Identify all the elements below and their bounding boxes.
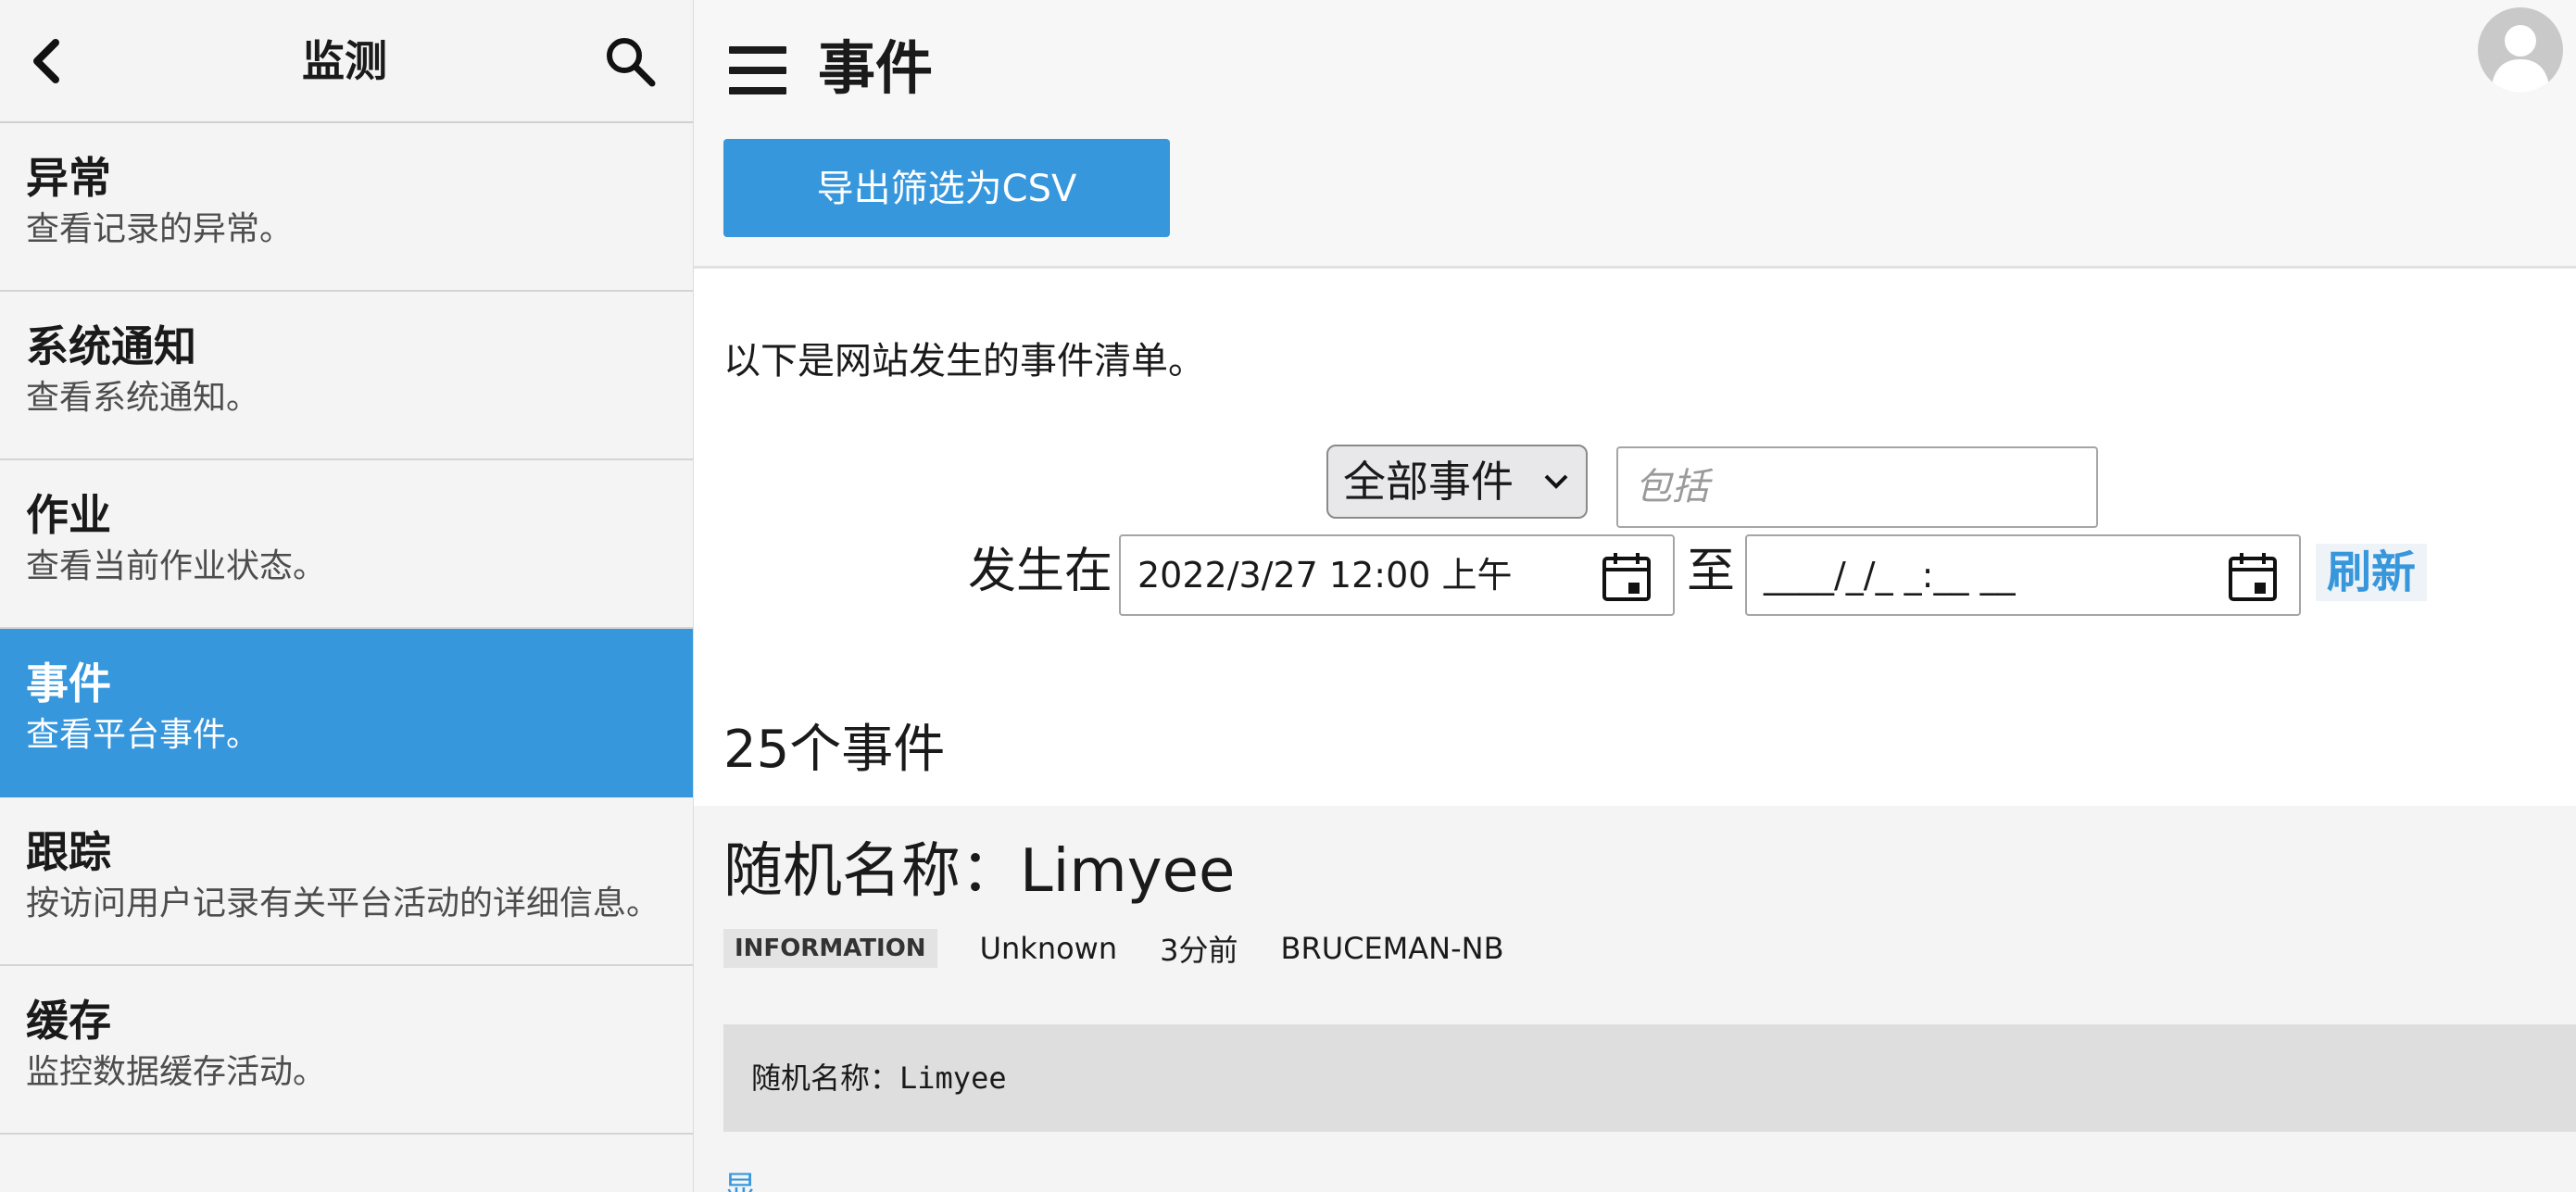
sidebar-item-desc: 查看记录的异常。 xyxy=(26,210,294,248)
sidebar-item-exceptions[interactable]: 异常 查看记录的异常。 xyxy=(0,123,693,292)
chevron-down-icon xyxy=(1544,474,1568,489)
export-csv-button[interactable]: 导出筛选为CSV xyxy=(723,139,1170,237)
sidebar-item-jobs[interactable]: 作业 查看当前作业状态。 xyxy=(0,460,693,629)
page-header: 事件 导出筛选为CSV xyxy=(694,0,2576,269)
to-label: 至 xyxy=(1687,544,1736,599)
sidebar-header: 监测 xyxy=(0,0,693,123)
sidebar-title: 监测 xyxy=(302,36,387,86)
menu-icon[interactable] xyxy=(729,46,786,94)
calendar-icon[interactable] xyxy=(2227,551,2279,603)
sidebar-item-events[interactable]: 事件 查看平台事件。 xyxy=(0,629,693,797)
avatar[interactable] xyxy=(2478,7,2563,93)
date-from-field[interactable]: 2022/3/27 12:00 上午 xyxy=(1119,534,1675,616)
sidebar-item-title: 缓存 xyxy=(26,996,111,1046)
sidebar-item-title: 事件 xyxy=(26,659,111,709)
include-input[interactable] xyxy=(1616,446,2098,528)
event-time: 3分前 xyxy=(1160,933,1238,968)
event-meta: INFORMATION Unknown 3分前 BRUCEMAN-NB xyxy=(723,928,1547,969)
event-level-badge: INFORMATION xyxy=(723,929,937,968)
refresh-button[interactable]: 刷新 xyxy=(2316,544,2427,601)
truncated-link[interactable]: 显示… xyxy=(723,1169,798,1192)
event-card[interactable]: 随机名称：Limyee INFORMATION Unknown 3分前 BRUC… xyxy=(694,806,2576,1192)
date-from-value: 2022/3/27 12:00 上午 xyxy=(1137,555,1513,596)
sidebar-item-desc: 按访问用户记录有关平台活动的详细信息。 xyxy=(26,885,660,922)
sidebar-item-title: 异常 xyxy=(26,153,111,203)
sidebar-item-desc: 查看平台事件。 xyxy=(26,716,260,754)
event-message: 随机名称：Limyee xyxy=(723,1024,2576,1132)
sidebar-item-title: 系统通知 xyxy=(26,321,196,371)
sidebar-item-desc: 查看当前作业状态。 xyxy=(26,547,327,585)
intro-text: 以下是网站发生的事件清单。 xyxy=(723,340,1205,383)
event-title[interactable]: 随机名称：Limyee xyxy=(723,830,1235,913)
sidebar-item-cache[interactable]: 缓存 监控数据缓存活动。 xyxy=(0,966,693,1135)
sidebar-item-system-notifications[interactable]: 系统通知 查看系统通知。 xyxy=(0,292,693,460)
event-count: 25个事件 xyxy=(723,720,946,780)
search-icon[interactable] xyxy=(602,33,658,89)
date-to-field[interactable]: ____/_/_ _:__ __ xyxy=(1745,534,2301,616)
page-title: 事件 xyxy=(818,34,934,102)
sidebar-item-tracing[interactable]: 跟踪 按访问用户记录有关平台活动的详细信息。 xyxy=(0,797,693,966)
event-machine: BRUCEMAN-NB xyxy=(1280,931,1504,966)
sidebar-item-title: 作业 xyxy=(26,490,111,540)
event-type-select[interactable]: 全部事件 xyxy=(1326,445,1588,519)
calendar-icon[interactable] xyxy=(1601,551,1652,603)
sidebar: 监测 异常 查看记录的异常。 系统通知 查看系统通知。 作业 查看当前作业状态。… xyxy=(0,0,694,1192)
sidebar-item-desc: 监控数据缓存活动。 xyxy=(26,1053,327,1091)
event-user: Unknown xyxy=(979,931,1118,966)
sidebar-item-desc: 查看系统通知。 xyxy=(26,379,260,417)
occurs-label: 发生在 xyxy=(968,544,1113,599)
date-to-value: ____/_/_ _:__ __ xyxy=(1764,555,2016,596)
event-type-value: 全部事件 xyxy=(1343,457,1514,507)
main-panel: 事件 导出筛选为CSV 以下是网站发生的事件清单。 全部事件 发生在 2022/… xyxy=(694,0,2576,1192)
sidebar-item-title: 跟踪 xyxy=(26,827,111,877)
